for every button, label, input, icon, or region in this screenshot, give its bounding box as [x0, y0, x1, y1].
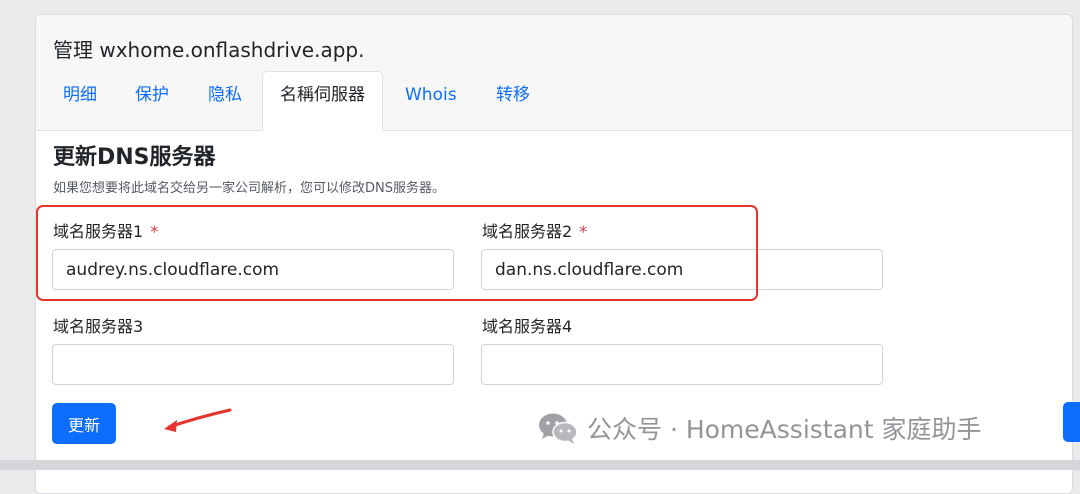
card-header: 管理 wxhome.onflashdrive.app. 明细 保护 隐私 名稱伺… — [36, 15, 1072, 131]
tab-whois[interactable]: Whois — [405, 71, 457, 130]
nameserver1-label: 域名服务器1 * — [53, 218, 158, 242]
red-arrow-icon — [164, 408, 232, 432]
tab-privacy[interactable]: 隐私 — [208, 71, 242, 130]
watermark-text: 公众号 · HomeAssistant 家庭助手 — [587, 415, 982, 444]
nameserver3-input[interactable] — [52, 344, 454, 385]
nameserver1-input[interactable] — [52, 249, 454, 290]
nameserver2-label: 域名服务器2 * — [482, 218, 587, 242]
tab-details[interactable]: 明细 — [63, 71, 97, 130]
required-marker: * — [579, 222, 588, 241]
nameserver3-label: 域名服务器3 — [53, 317, 144, 336]
nameserver4-label: 域名服务器4 — [482, 317, 573, 336]
nameserver4-input[interactable] — [481, 344, 883, 385]
watermark: 公众号 · HomeAssistant 家庭助手 — [537, 408, 982, 448]
required-marker: * — [150, 222, 159, 241]
tab-nameservers[interactable]: 名稱伺服器 — [262, 71, 383, 131]
tab-protection[interactable]: 保护 — [135, 71, 169, 130]
background-strip — [0, 460, 1080, 470]
section-title: 更新DNS服务器 — [53, 145, 216, 170]
page-title: 管理 wxhome.onflashdrive.app. — [53, 38, 365, 62]
update-button[interactable]: 更新 — [52, 403, 116, 444]
nameserver2-label-text: 域名服务器2 — [482, 222, 573, 241]
section-description: 如果您想要将此域名交给另一家公司解析，您可以修改DNS服务器。 — [53, 181, 445, 196]
tab-bar: 明细 保护 隐私 名稱伺服器 Whois 转移 — [36, 71, 1072, 131]
edge-button[interactable] — [1063, 402, 1080, 442]
tab-transfer[interactable]: 转移 — [496, 71, 530, 130]
wechat-icon — [539, 413, 578, 444]
nameserver1-label-text: 域名服务器1 — [53, 222, 144, 241]
nameserver2-input[interactable] — [481, 249, 883, 290]
